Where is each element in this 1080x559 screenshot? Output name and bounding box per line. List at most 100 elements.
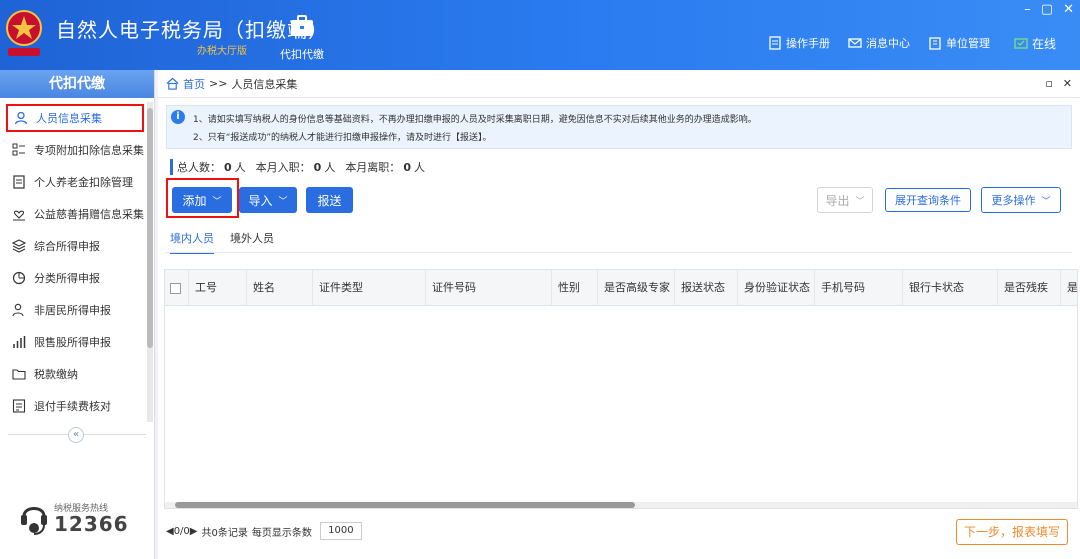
manual-label: 操作手册 <box>786 37 830 50</box>
manual-link[interactable]: 操作手册 <box>768 35 830 51</box>
personnel-tabs: 境内人员 境外人员 <box>170 230 274 254</box>
top-bar: 自然人电子税务局（扣缴端） 办税大厅版 代扣代缴 操作手册 消息中心 单位管理 … <box>0 0 1080 70</box>
column-header[interactable]: 是 <box>1061 270 1077 306</box>
checklist-icon <box>12 399 26 413</box>
nav-daikou-button[interactable]: 代扣代缴 <box>272 14 332 64</box>
minimize-button[interactable]: – <box>1024 2 1031 17</box>
column-header[interactable]: 银行卡状态 <box>903 270 998 306</box>
next-step-button[interactable]: 下一步，报表填写 <box>956 519 1068 545</box>
add-button-label: 添加 <box>182 193 207 208</box>
tab-overseas[interactable]: 境外人员 <box>230 230 274 254</box>
sidebar-item-fee-refund[interactable]: 退付手续费核对 <box>6 392 144 420</box>
grid-list-icon <box>12 143 25 156</box>
joined-unit: 人 <box>324 161 336 174</box>
add-button[interactable]: 添加 ﹀ <box>172 187 232 213</box>
sidebar-item-donation[interactable]: 公益慈善捐赠信息采集 <box>6 200 144 228</box>
sidebar-scroll-thumb[interactable] <box>147 108 153 348</box>
sidebar-item-label: 专项附加扣除信息采集 <box>34 144 144 157</box>
document-icon <box>13 175 25 189</box>
personnel-table: 工号 姓名 证件类型 证件号码 性别 是否高级专家 报送状态 身份验证状态 手机… <box>164 269 1078 509</box>
pager-nav[interactable]: ◀0/0▶ <box>166 526 197 537</box>
close-button[interactable]: ✕ <box>1063 2 1074 17</box>
sidebar-item-label: 非居民所得申报 <box>34 304 111 317</box>
joined-label: 本月入职： <box>255 161 311 174</box>
notice-box: i 1、请如实填写纳税人的身份信息等基础资料，不再办理扣缴申报的人员及时采集离职… <box>166 105 1072 149</box>
tax-emblem-icon <box>6 10 42 56</box>
breadcrumb-home-link[interactable]: 首页 <box>183 76 205 92</box>
column-header[interactable]: 手机号码 <box>815 270 903 306</box>
column-header[interactable]: 报送状态 <box>675 270 738 306</box>
sidebar-item-tax-payment[interactable]: 税款缴纳 <box>6 360 144 388</box>
app-subtitle: 办税大厅版 <box>197 46 247 57</box>
submit-button-label: 报送 <box>317 193 342 208</box>
column-header[interactable]: 姓名 <box>247 270 313 306</box>
sidebar-item-nonresident-income[interactable]: 非居民所得申报 <box>6 296 144 324</box>
window-controls: – ▢ ✕ <box>1024 2 1074 17</box>
sidebar-item-label: 个人养老金扣除管理 <box>34 176 133 189</box>
notice-line-1: 1、请如实填写纳税人的身份信息等基础资料，不再办理扣缴申报的人员及时采集离职日期… <box>193 115 757 125</box>
sidebar-item-pension[interactable]: 个人养老金扣除管理 <box>6 168 144 196</box>
column-header[interactable]: 工号 <box>189 270 247 306</box>
manual-icon <box>769 36 781 50</box>
select-all-checkbox[interactable] <box>170 282 181 294</box>
page-size-input[interactable]: 1000 <box>319 522 362 540</box>
tab-domestic[interactable]: 境内人员 <box>170 230 214 254</box>
sidebar-item-classified-income[interactable]: 分类所得申报 <box>6 264 144 292</box>
home-icon <box>166 77 179 90</box>
headset-icon <box>21 507 47 535</box>
more-actions-button[interactable]: 更多操作 ﹀ <box>981 187 1061 213</box>
expand-query-button[interactable]: 展开查询条件 <box>885 188 971 212</box>
table-scroll-thumb[interactable] <box>175 502 635 508</box>
panel-controls: ▫ ✕ <box>1045 77 1072 90</box>
message-center-link[interactable]: 消息中心 <box>848 35 910 51</box>
online-status[interactable]: 在线 <box>1014 35 1056 52</box>
joined-value: 0 <box>313 160 322 174</box>
chevron-down-icon: ﹀ <box>278 196 288 207</box>
message-center-label: 消息中心 <box>866 37 910 50</box>
online-status-icon <box>1014 37 1028 49</box>
submit-button[interactable]: 报送 <box>306 187 353 213</box>
left-unit: 人 <box>413 161 425 174</box>
chevron-down-icon: ﹀ <box>1041 196 1051 207</box>
column-header[interactable]: 性别 <box>552 270 598 306</box>
collapse-sidebar-button[interactable]: « <box>68 427 84 443</box>
sidebar-item-label: 限售股所得申报 <box>34 336 111 349</box>
column-header[interactable]: 证件类型 <box>313 270 426 306</box>
column-header[interactable]: 是否残疾 <box>998 270 1061 306</box>
sidebar-item-restricted-shares[interactable]: 限售股所得申报 <box>6 328 144 356</box>
bar-chart-icon <box>13 336 26 348</box>
info-icon: i <box>171 110 185 124</box>
sidebar-scrollbar[interactable] <box>147 102 153 422</box>
personnel-stats: 总人数： 0 人 本月入职： 0 人 本月离职： 0 人 <box>170 159 425 175</box>
panel-close-button[interactable]: ✕ <box>1063 77 1072 90</box>
sidebar-title: 代扣代缴 <box>0 70 154 98</box>
unit-management-label: 单位管理 <box>946 37 990 50</box>
column-header[interactable]: 证件号码 <box>426 270 552 306</box>
sidebar-item-label: 分类所得申报 <box>34 272 100 285</box>
import-button[interactable]: 导入 ﹀ <box>239 187 297 213</box>
nav-daikou-label: 代扣代缴 <box>280 48 324 61</box>
sidebar-item-person-info[interactable]: 人员信息采集 <box>6 104 144 132</box>
column-header[interactable]: 是否高级专家 <box>598 270 675 306</box>
column-header[interactable]: 身份验证状态 <box>738 270 815 306</box>
sidebar-item-special-deduction[interactable]: 专项附加扣除信息采集 <box>6 136 144 164</box>
panel-restore-button[interactable]: ▫ <box>1045 77 1052 90</box>
export-button-label: 导出 <box>825 193 850 208</box>
sidebar-item-label: 人员信息采集 <box>36 112 102 125</box>
pager-size-label: 每页显示条数 <box>251 527 312 539</box>
pager: ◀0/0▶ 共0条记录 每页显示条数 1000 <box>166 522 362 540</box>
left-value: 0 <box>403 160 411 174</box>
table-horizontal-scrollbar[interactable] <box>165 502 1077 508</box>
unit-management-link[interactable]: 单位管理 <box>928 35 990 51</box>
online-status-label: 在线 <box>1032 37 1057 51</box>
export-button[interactable]: 导出 ﹀ <box>817 187 873 213</box>
notice-line-2: 2、只有“报送成功”的纳税人才能进行扣缴申报操作，请及时进行【报送】。 <box>193 133 492 143</box>
pie-icon <box>12 271 26 285</box>
sidebar-item-label: 公益慈善捐赠信息采集 <box>34 208 144 221</box>
main-panel: 首页 >> 人员信息采集 ▫ ✕ i 1、请如实填写纳税人的身份信息等基础资料，… <box>158 70 1080 559</box>
sidebar-item-label: 税款缴纳 <box>34 368 78 381</box>
maximize-button[interactable]: ▢ <box>1041 2 1053 17</box>
select-all-cell <box>165 270 189 306</box>
sidebar-item-comprehensive-income[interactable]: 综合所得申报 <box>6 232 144 260</box>
folder-icon <box>12 369 26 380</box>
